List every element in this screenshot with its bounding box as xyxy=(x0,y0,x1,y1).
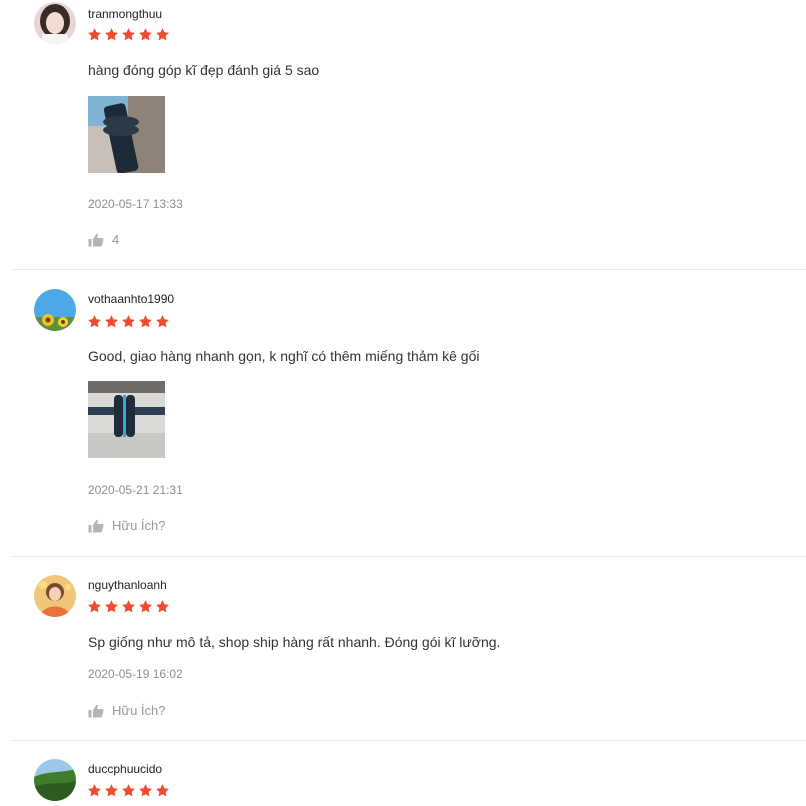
review-comment: hàng đóng góp kĩ đẹp đánh giá 5 sao xyxy=(88,62,320,78)
avatar[interactable] xyxy=(34,759,76,801)
like-label: Hữu Ích? xyxy=(112,703,166,718)
divider xyxy=(12,556,806,557)
star-icon xyxy=(87,27,102,42)
like-count: 4 xyxy=(112,232,120,247)
review-photo[interactable] xyxy=(88,381,165,458)
star-rating xyxy=(87,27,170,43)
like-button[interactable]: 4 xyxy=(88,233,119,247)
avatar[interactable] xyxy=(34,2,76,44)
star-icon xyxy=(155,27,170,42)
star-icon xyxy=(104,599,119,614)
divider xyxy=(12,269,806,270)
divider xyxy=(12,740,806,741)
like-label: Hữu Ích? xyxy=(112,518,166,533)
star-icon xyxy=(87,599,102,614)
reviews-page: tranmongthuu hàng đóng góp kĩ đẹp đánh g… xyxy=(0,0,806,806)
review-datetime: 2020-05-19 16:02 xyxy=(88,667,183,681)
review-comment: Good, giao hàng nhanh gọn, k nghĩ có thê… xyxy=(88,348,480,364)
thumbs-up-icon xyxy=(88,519,104,533)
star-icon xyxy=(138,314,153,329)
star-icon xyxy=(155,783,170,798)
review-datetime: 2020-05-21 21:31 xyxy=(88,483,183,497)
star-icon xyxy=(121,27,136,42)
star-icon xyxy=(138,599,153,614)
thumbs-up-icon xyxy=(88,704,104,718)
star-rating xyxy=(87,599,170,615)
star-icon xyxy=(138,783,153,798)
star-icon xyxy=(104,27,119,42)
review-photo[interactable] xyxy=(88,96,165,173)
like-button[interactable]: Hữu Ích? xyxy=(88,519,166,533)
star-icon xyxy=(121,314,136,329)
star-icon xyxy=(87,314,102,329)
star-icon xyxy=(104,314,119,329)
avatar[interactable] xyxy=(34,575,76,617)
review-datetime: 2020-05-17 13:33 xyxy=(88,197,183,211)
star-rating xyxy=(87,314,170,330)
username[interactable]: duccphuucido xyxy=(88,762,162,776)
star-icon xyxy=(155,599,170,614)
star-icon xyxy=(121,599,136,614)
username[interactable]: tranmongthuu xyxy=(88,7,162,21)
review-comment: Sp giống như mô tả, shop ship hàng rất n… xyxy=(88,634,501,650)
star-icon xyxy=(155,314,170,329)
star-rating xyxy=(87,783,170,799)
star-icon xyxy=(87,783,102,798)
username[interactable]: nguythanloanh xyxy=(88,578,167,592)
thumbs-up-icon xyxy=(88,233,104,247)
like-button[interactable]: Hữu Ích? xyxy=(88,704,166,718)
avatar[interactable] xyxy=(34,289,76,331)
star-icon xyxy=(104,783,119,798)
star-icon xyxy=(138,27,153,42)
username[interactable]: vothaanhto1990 xyxy=(88,292,174,306)
star-icon xyxy=(121,783,136,798)
